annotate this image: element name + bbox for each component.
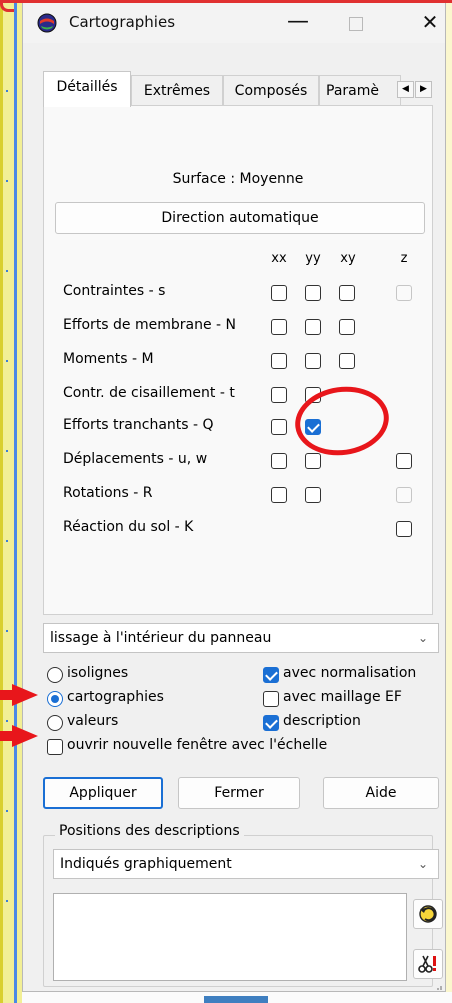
chevron-down-icon: ⌄ <box>417 857 428 871</box>
undo-button[interactable] <box>413 899 443 929</box>
checkbox-maillage[interactable] <box>263 691 279 707</box>
checkbox-maillage-label[interactable]: avec maillage EF <box>283 689 402 705</box>
desktop-blue-line <box>14 0 17 1003</box>
checkbox-deplacements-z[interactable] <box>396 453 412 469</box>
checkbox-reaction-sol-z[interactable] <box>396 521 412 537</box>
row-label-contr-cisaillement: Contr. de cisaillement - t <box>63 385 235 401</box>
checkbox-contraintes-xy[interactable] <box>339 285 355 301</box>
checkbox-moments-xx[interactable] <box>271 353 287 369</box>
annotation-arrow-cartographies <box>12 684 38 706</box>
smoothing-select[interactable]: lissage à l'intérieur du panneau ⌄ <box>43 623 439 653</box>
tab-extremes[interactable]: Extrêmes <box>131 75 223 105</box>
radio-cartographies[interactable] <box>47 691 63 707</box>
description-textarea[interactable] <box>53 893 407 981</box>
tab-scroll-left-icon[interactable]: ◀ <box>397 81 414 98</box>
resize-grip-icon[interactable] <box>433 985 443 991</box>
annotation-arrow-valeurs <box>12 725 38 747</box>
desktop-edge <box>0 0 3 1003</box>
checkbox-moments-yy[interactable] <box>305 353 321 369</box>
tab-detailles[interactable]: Détaillés <box>43 71 131 107</box>
checkbox-deplacements-xx[interactable] <box>271 453 287 469</box>
row-label-efforts-tranchants: Efforts tranchants - Q <box>63 417 214 433</box>
annotation-top-line <box>0 0 452 3</box>
surface-label: Surface : Moyenne <box>172 171 304 187</box>
chevron-down-icon: ⌄ <box>417 631 428 645</box>
checkbox-rotations-z <box>396 487 412 503</box>
positions-select[interactable]: Indiqués graphiquement ⌄ <box>53 849 439 879</box>
column-xx: xx <box>271 251 287 266</box>
desktop-background <box>0 0 22 1003</box>
row-label-rotations: Rotations - R <box>63 485 153 501</box>
tab-composes[interactable]: Composés <box>223 75 319 105</box>
checkbox-description-label[interactable]: description <box>283 713 361 729</box>
checkbox-nouvelle-fenetre-label[interactable]: ouvrir nouvelle fenêtre avec l'échelle <box>67 737 327 753</box>
radio-valeurs[interactable] <box>47 715 63 731</box>
checkbox-rotations-yy[interactable] <box>305 487 321 503</box>
direction-automatique-button[interactable]: Direction automatique <box>55 202 425 234</box>
checkbox-tranchants-xx[interactable] <box>271 419 287 435</box>
positions-select-value: Indiqués graphiquement <box>60 856 232 872</box>
positions-group-label: Positions des descriptions <box>55 823 244 839</box>
tab-parametres[interactable]: Paramè <box>319 75 401 105</box>
column-xy: xy <box>340 251 356 266</box>
apply-button[interactable]: Appliquer <box>43 777 163 809</box>
checkbox-nouvelle-fenetre[interactable] <box>47 739 63 755</box>
radio-valeurs-label[interactable]: valeurs <box>67 713 118 729</box>
checkbox-normalisation-label[interactable]: avec normalisation <box>283 665 416 681</box>
row-label-moments: Moments - M <box>63 351 154 367</box>
row-label-reaction-sol: Réaction du sol - K <box>63 519 194 535</box>
column-z: z <box>400 251 408 266</box>
tab-scroll-right-icon[interactable]: ▶ <box>415 81 432 98</box>
undo-icon <box>419 905 437 923</box>
help-button[interactable]: Aide <box>323 777 439 809</box>
checkbox-contraintes-xx[interactable] <box>271 285 287 301</box>
checkbox-membrane-xx[interactable] <box>271 319 287 335</box>
row-label-contraintes: Contraintes - s <box>63 283 166 299</box>
row-label-deplacements: Déplacements - u, w <box>63 451 208 467</box>
maximize-icon[interactable] <box>349 17 363 31</box>
smoothing-select-value: lissage à l'intérieur du panneau <box>50 630 272 646</box>
radio-isolignes[interactable] <box>47 667 63 683</box>
close-button[interactable]: Fermer <box>178 777 300 809</box>
scissors-alert-icon <box>418 955 436 973</box>
radio-isolignes-label[interactable]: isolignes <box>67 665 128 681</box>
window-title: Cartographies <box>69 13 176 31</box>
checkbox-deplacements-yy[interactable] <box>305 453 321 469</box>
close-icon[interactable]: ✕ <box>415 7 445 37</box>
column-yy: yy <box>305 251 321 266</box>
globe-icon <box>37 13 57 33</box>
row-label-efforts-membrane: Efforts de membrane - N <box>63 317 237 333</box>
radio-cartographies-label[interactable]: cartographies <box>67 689 164 705</box>
checkbox-membrane-xy[interactable] <box>339 319 355 335</box>
checkbox-moments-xy[interactable] <box>339 353 355 369</box>
checkbox-membrane-yy[interactable] <box>305 319 321 335</box>
taskbar-item <box>204 996 268 1003</box>
checkbox-normalisation[interactable] <box>263 667 279 683</box>
checkbox-cisaillement-xx[interactable] <box>271 387 287 403</box>
title-bar[interactable]: Cartographies — ✕ <box>23 3 445 43</box>
cut-alert-button[interactable] <box>413 949 443 979</box>
checkbox-contraintes-yy[interactable] <box>305 285 321 301</box>
minimize-icon[interactable]: — <box>281 7 315 37</box>
cartographies-window: Cartographies — ✕ Détaillés Extrêmes Com… <box>22 2 446 992</box>
checkbox-contraintes-z <box>396 285 412 301</box>
checkbox-description[interactable] <box>263 715 279 731</box>
checkbox-rotations-xx[interactable] <box>271 487 287 503</box>
